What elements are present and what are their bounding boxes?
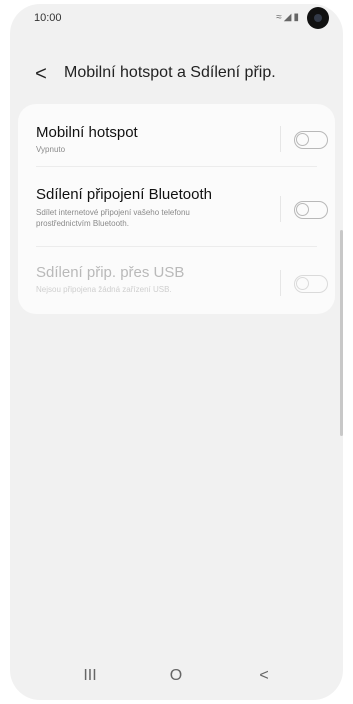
home-icon[interactable]: O	[156, 664, 196, 688]
wifi-icon: ≈	[276, 12, 284, 23]
setting-title: Mobilní hotspot	[36, 124, 138, 141]
scrollbar[interactable]	[340, 230, 343, 436]
status-icons: ≈◢▮	[276, 12, 301, 23]
phone-screen: 10:00 ≈◢▮ < Mobilní hotspot a Sdílení př…	[10, 4, 343, 700]
divider	[280, 270, 281, 296]
back-icon[interactable]: <	[244, 664, 284, 688]
recents-icon[interactable]: III	[70, 664, 110, 688]
back-arrow-icon[interactable]: <	[30, 60, 52, 88]
setting-subtitle: Vypnuto	[36, 145, 66, 154]
setting-subtitle: Nejsou připojena žádná zařízení USB.	[36, 285, 172, 294]
divider	[280, 126, 281, 152]
app-bar: < Mobilní hotspot a Sdílení přip.	[10, 54, 343, 94]
setting-mobile-hotspot[interactable]: Mobilní hotspot Vypnuto	[18, 104, 335, 166]
page-title: Mobilní hotspot a Sdílení přip.	[64, 64, 276, 81]
settings-card: Mobilní hotspot Vypnuto Sdílení připojen…	[18, 104, 335, 314]
setting-subtitle: Sdílet internetové připojení vašeho tele…	[36, 208, 190, 228]
front-camera	[307, 7, 329, 29]
divider	[280, 196, 281, 222]
status-bar: 10:00 ≈◢▮	[10, 4, 343, 40]
setting-title: Sdílení přip. přes USB	[36, 264, 185, 281]
navigation-bar: III O <	[10, 650, 343, 700]
usb-tethering-toggle	[294, 275, 328, 293]
mobile-hotspot-toggle[interactable]	[294, 131, 328, 149]
setting-usb-tethering: Sdílení přip. přes USB Nejsou připojena …	[18, 246, 335, 310]
status-time: 10:00	[34, 12, 62, 24]
setting-bluetooth-tethering[interactable]: Sdílení připojení Bluetooth Sdílet inter…	[18, 166, 335, 246]
battery-icon: ▮	[293, 12, 301, 23]
bluetooth-tethering-toggle[interactable]	[294, 201, 328, 219]
setting-title: Sdílení připojení Bluetooth	[36, 186, 212, 203]
